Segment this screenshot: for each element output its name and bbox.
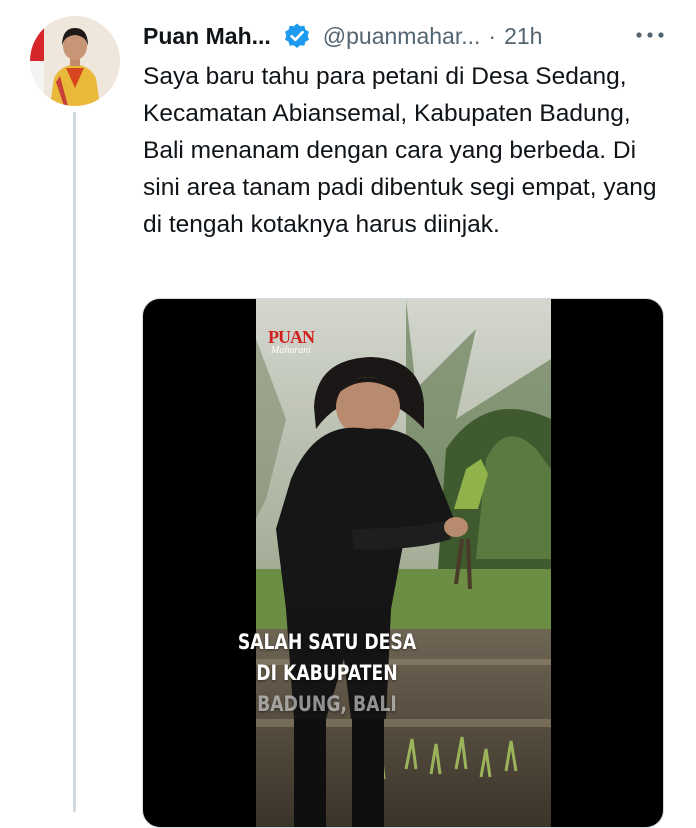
display-name[interactable]: Puan Mah... (143, 23, 271, 50)
video-frame-image (256, 299, 551, 827)
separator-dot: · (488, 22, 497, 49)
avatar[interactable] (30, 16, 120, 106)
timestamp[interactable]: 21h (504, 23, 542, 50)
tweet-text: Saya baru tahu para petani di Desa Sedan… (143, 63, 657, 238)
tweet-header: Puan Mah... @puanmahar... · 21h (143, 18, 673, 54)
thread-connector-line (73, 112, 76, 812)
verified-badge-icon (283, 22, 311, 50)
video-caption-line: BADUNG, BALI (257, 692, 397, 716)
tweet-video[interactable]: PUAN Maharani SALAH SATU DESA DI KABUPAT… (142, 298, 664, 828)
video-caption-line: DI KABUPATEN (256, 661, 398, 685)
avatar-photo (30, 16, 120, 106)
video-logo-subtitle: Maharani (271, 345, 311, 356)
video-caption: SALAH SATU DESA DI KABUPATEN BADUNG, BAL… (237, 627, 417, 720)
more-options-icon[interactable] (632, 22, 668, 48)
video-caption-line: SALAH SATU DESA (237, 630, 417, 654)
user-handle[interactable]: @puanmahar... (323, 23, 481, 50)
